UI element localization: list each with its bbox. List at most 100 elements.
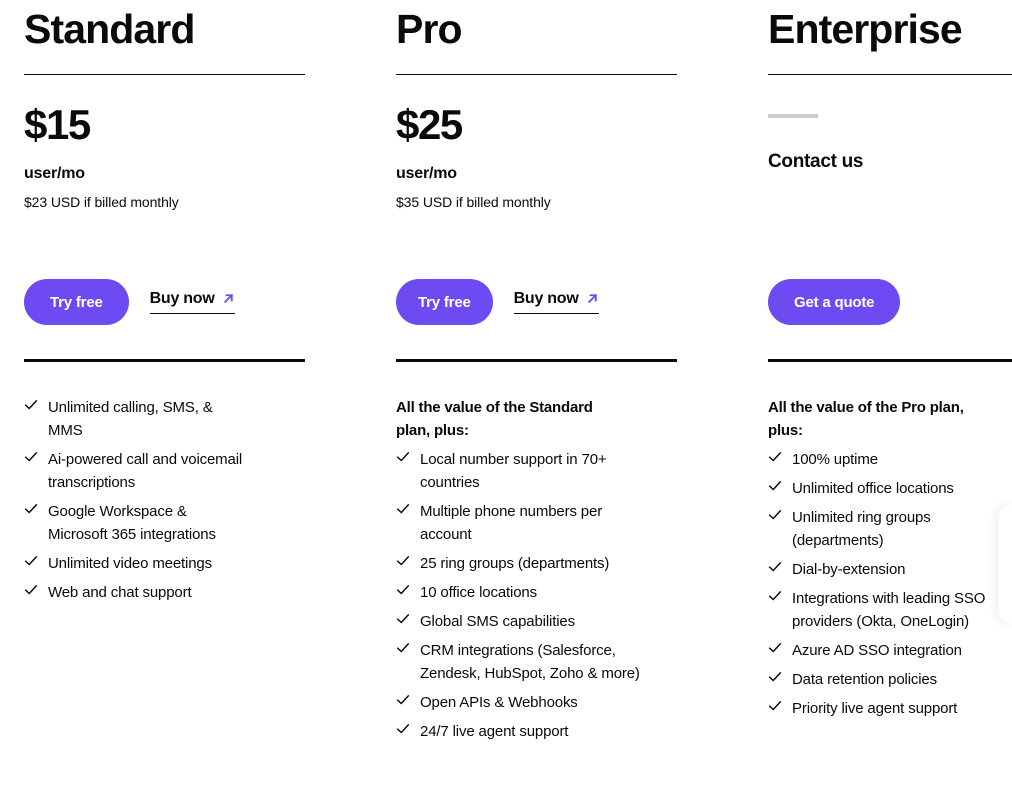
buy-now-label-standard: Buy now xyxy=(149,290,215,307)
header-divider xyxy=(396,74,677,75)
cta-row-pro: Try free Buy now xyxy=(396,279,599,325)
price-placeholder-dash xyxy=(768,114,818,118)
arrow-up-right-icon xyxy=(222,292,235,305)
list-item: Ai-powered call and voicemail transcript… xyxy=(24,448,314,494)
feature-label: Open APIs & Webhooks xyxy=(420,694,578,711)
feature-label: Ai-powered call and voicemail transcript… xyxy=(48,451,243,491)
try-free-button-standard[interactable]: Try free xyxy=(24,279,129,325)
buy-now-link-standard[interactable]: Buy now xyxy=(149,290,235,314)
check-icon xyxy=(768,450,782,470)
check-icon xyxy=(396,612,410,632)
features-divider-enterprise xyxy=(768,359,1012,362)
features-pro: All the value of the Standard plan, plus… xyxy=(396,396,686,749)
check-icon xyxy=(396,641,410,661)
check-icon xyxy=(24,398,38,418)
feature-label: Local number support in 70+ countries xyxy=(420,451,607,491)
feature-label: Integrations with leading SSO providers … xyxy=(792,590,986,630)
plan-title-enterprise: Enterprise xyxy=(768,6,963,52)
feature-label: Unlimited video meetings xyxy=(48,555,212,572)
list-item: Unlimited video meetings xyxy=(24,552,314,575)
get-a-quote-button[interactable]: Get a quote xyxy=(768,279,901,325)
price-note-standard: $23 USD if billed monthly xyxy=(24,194,179,210)
list-item: 100% uptime xyxy=(768,448,1012,471)
plan-card-standard: Standard $15 user/mo $23 USD if billed m… xyxy=(0,0,372,797)
cta-row-standard: Try free Buy now xyxy=(24,279,235,325)
feature-label: 24/7 live agent support xyxy=(420,723,569,740)
price-block-enterprise: Contact us xyxy=(768,100,1012,175)
feature-label: Data retention policies xyxy=(792,671,937,688)
features-enterprise: All the value of the Pro plan, plus: 100… xyxy=(768,396,1012,726)
price-amount-standard: $15 xyxy=(24,101,91,148)
check-icon xyxy=(396,693,410,713)
list-item: Global SMS capabilities xyxy=(396,610,686,633)
feature-label: Global SMS capabilities xyxy=(420,613,575,630)
check-icon xyxy=(768,589,782,609)
list-item: Unlimited ring groups (departments) xyxy=(768,506,1012,552)
buy-now-link-pro[interactable]: Buy now xyxy=(513,290,599,314)
features-intro-enterprise: All the value of the Pro plan, plus: xyxy=(768,399,964,439)
price-block-pro: $25 user/mo $35 USD if billed monthly xyxy=(396,100,677,212)
price-block-standard: $15 user/mo $23 USD if billed monthly xyxy=(24,100,305,212)
plan-card-pro: Pro $25 user/mo $35 USD if billed monthl… xyxy=(372,0,744,797)
plan-title-standard: Standard xyxy=(24,6,195,52)
plan-card-enterprise: Enterprise Contact us Get a quote All th… xyxy=(744,0,1012,797)
check-icon xyxy=(396,722,410,742)
header-divider xyxy=(24,74,305,75)
check-icon xyxy=(768,508,782,528)
list-item: Dial-by-extension xyxy=(768,558,1012,581)
plan-title-pro: Pro xyxy=(396,6,463,52)
price-unit-standard: user/mo xyxy=(24,165,85,182)
feature-list-pro: Local number support in 70+ countries Mu… xyxy=(396,448,686,743)
header-divider xyxy=(768,74,1012,75)
features-divider-pro xyxy=(396,359,677,362)
contact-us-label: Contact us xyxy=(768,151,864,172)
list-item: 25 ring groups (departments) xyxy=(396,552,686,575)
list-item: Local number support in 70+ countries xyxy=(396,448,686,494)
features-divider-standard xyxy=(24,359,305,362)
list-item: 10 office locations xyxy=(396,581,686,604)
check-icon xyxy=(396,502,410,522)
feature-label: Web and chat support xyxy=(48,584,192,601)
list-item: CRM integrations (Salesforce, Zendesk, H… xyxy=(396,639,686,685)
check-icon xyxy=(768,641,782,661)
list-item: Data retention policies xyxy=(768,668,1012,691)
feature-label: Unlimited calling, SMS, & MMS xyxy=(48,399,213,439)
arrow-up-right-icon xyxy=(586,292,599,305)
list-item: Google Workspace & Microsoft 365 integra… xyxy=(24,500,314,546)
list-item: 24/7 live agent support xyxy=(396,720,686,743)
feature-label: Dial-by-extension xyxy=(792,561,906,578)
check-icon xyxy=(396,554,410,574)
list-item: Unlimited office locations xyxy=(768,477,1012,500)
check-icon xyxy=(768,699,782,719)
list-item: Web and chat support xyxy=(24,581,314,604)
check-icon xyxy=(396,450,410,470)
price-unit-pro: user/mo xyxy=(396,165,457,182)
feature-label: Azure AD SSO integration xyxy=(792,642,962,659)
list-item: Priority live agent support xyxy=(768,697,1012,720)
feature-label: CRM integrations (Salesforce, Zendesk, H… xyxy=(420,642,640,682)
features-standard: Unlimited calling, SMS, & MMS Ai-powered… xyxy=(24,396,314,610)
list-item: Multiple phone numbers per account xyxy=(396,500,686,546)
feature-label: Multiple phone numbers per account xyxy=(420,503,603,543)
price-note-pro: $35 USD if billed monthly xyxy=(396,194,551,210)
check-icon xyxy=(24,450,38,470)
feature-list-standard: Unlimited calling, SMS, & MMS Ai-powered… xyxy=(24,396,314,604)
feature-label: 100% uptime xyxy=(792,451,878,468)
list-item: Open APIs & Webhooks xyxy=(396,691,686,714)
check-icon xyxy=(24,502,38,522)
pricing-plans-grid: Standard $15 user/mo $23 USD if billed m… xyxy=(0,0,1012,797)
try-free-button-pro[interactable]: Try free xyxy=(396,279,493,325)
price-amount-pro: $25 xyxy=(396,101,463,148)
feature-label: Google Workspace & Microsoft 365 integra… xyxy=(48,503,216,543)
list-item: Azure AD SSO integration xyxy=(768,639,1012,662)
check-icon xyxy=(396,583,410,603)
check-icon xyxy=(768,560,782,580)
list-item: Integrations with leading SSO providers … xyxy=(768,587,1012,633)
feature-label: 25 ring groups (departments) xyxy=(420,555,610,572)
check-icon xyxy=(24,554,38,574)
cta-row-enterprise: Get a quote xyxy=(768,279,901,325)
check-icon xyxy=(768,479,782,499)
check-icon xyxy=(24,583,38,603)
feature-label: Priority live agent support xyxy=(792,700,958,717)
check-icon xyxy=(768,670,782,690)
